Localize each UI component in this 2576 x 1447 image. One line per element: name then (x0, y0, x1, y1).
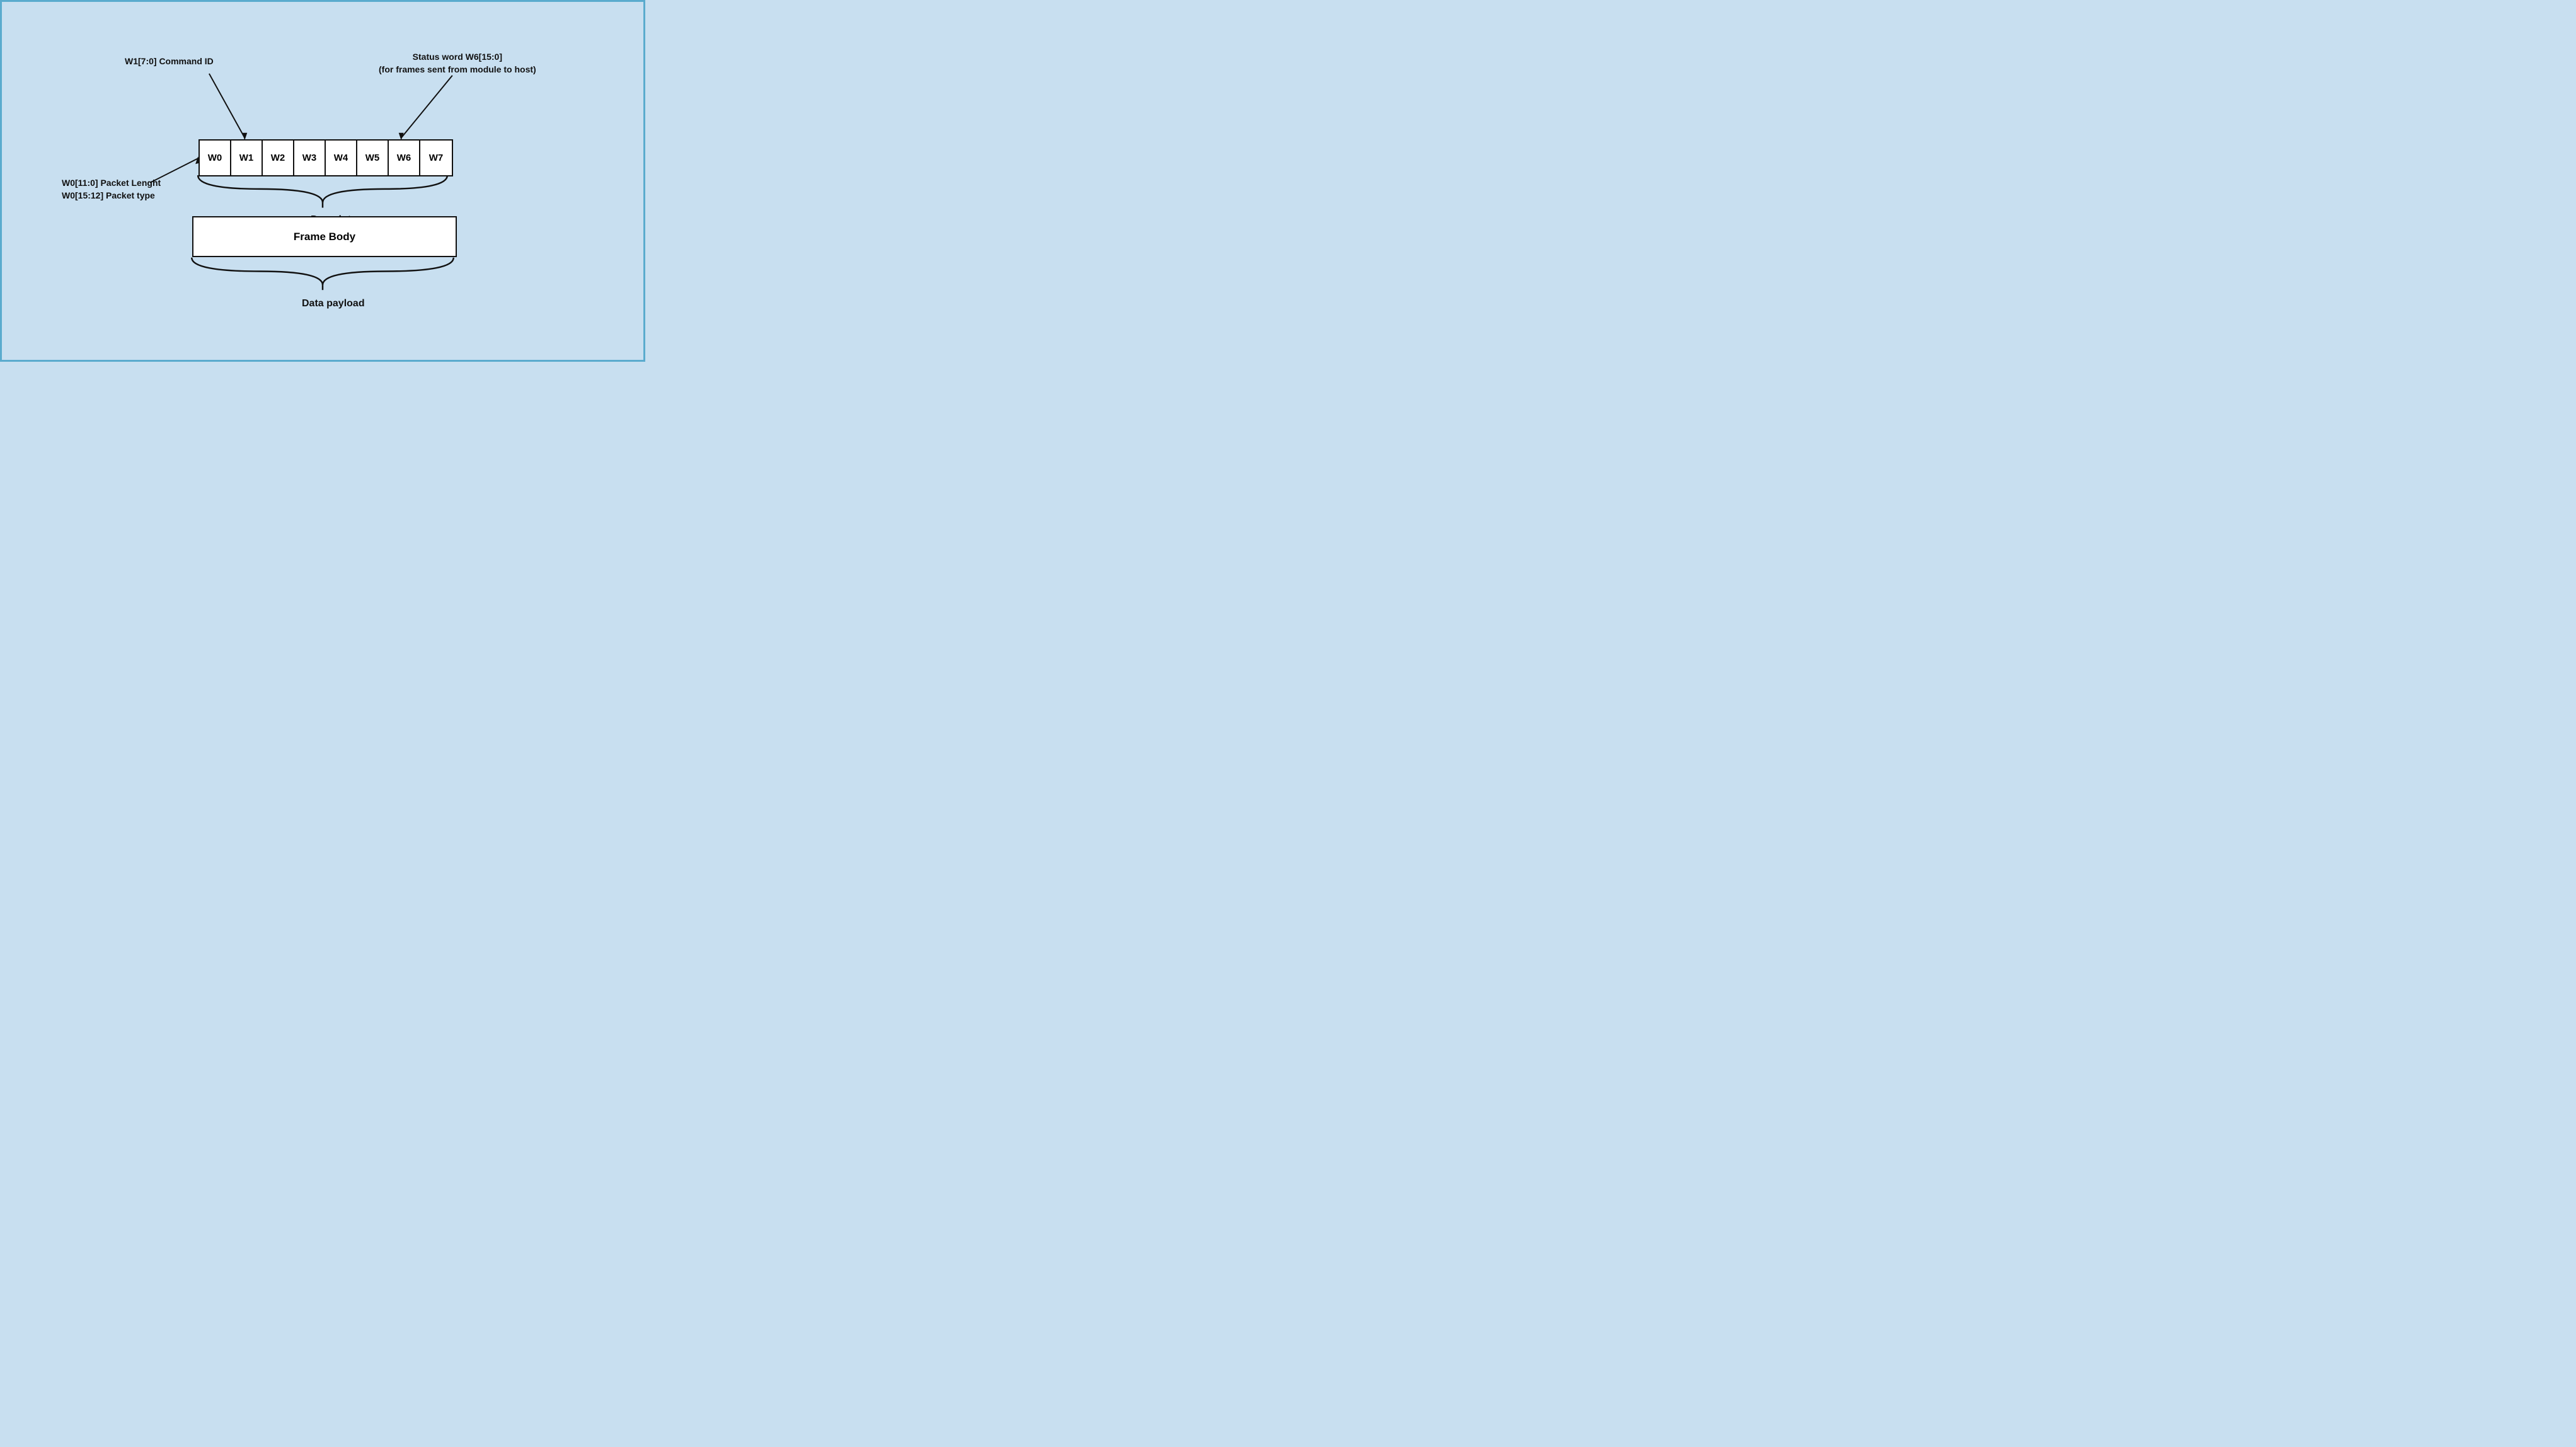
cell-w7: W7 (420, 141, 452, 175)
cell-w4: W4 (326, 141, 357, 175)
status-word-label: Status word W6[15:0] (for frames sent fr… (379, 51, 536, 76)
cell-w0: W0 (200, 141, 231, 175)
packet-info-label: W0[11:0] Packet Lenght W0[15:12] Packet … (62, 177, 161, 202)
frame-body-label: Frame Body (294, 231, 355, 243)
cell-w2: W2 (263, 141, 294, 175)
command-id-label: W1[7:0] Command ID (125, 55, 214, 68)
diagram-container: W0 W1 W2 W3 W4 W5 W6 W7 Descriptor Frame… (2, 2, 643, 360)
frame-body-box: Frame Body (192, 216, 457, 257)
cell-w6: W6 (389, 141, 420, 175)
cell-w1: W1 (231, 141, 263, 175)
descriptor-row: W0 W1 W2 W3 W4 W5 W6 W7 (198, 139, 453, 176)
cell-w5: W5 (357, 141, 389, 175)
data-payload-label: Data payload (302, 297, 365, 311)
cell-w3: W3 (294, 141, 326, 175)
